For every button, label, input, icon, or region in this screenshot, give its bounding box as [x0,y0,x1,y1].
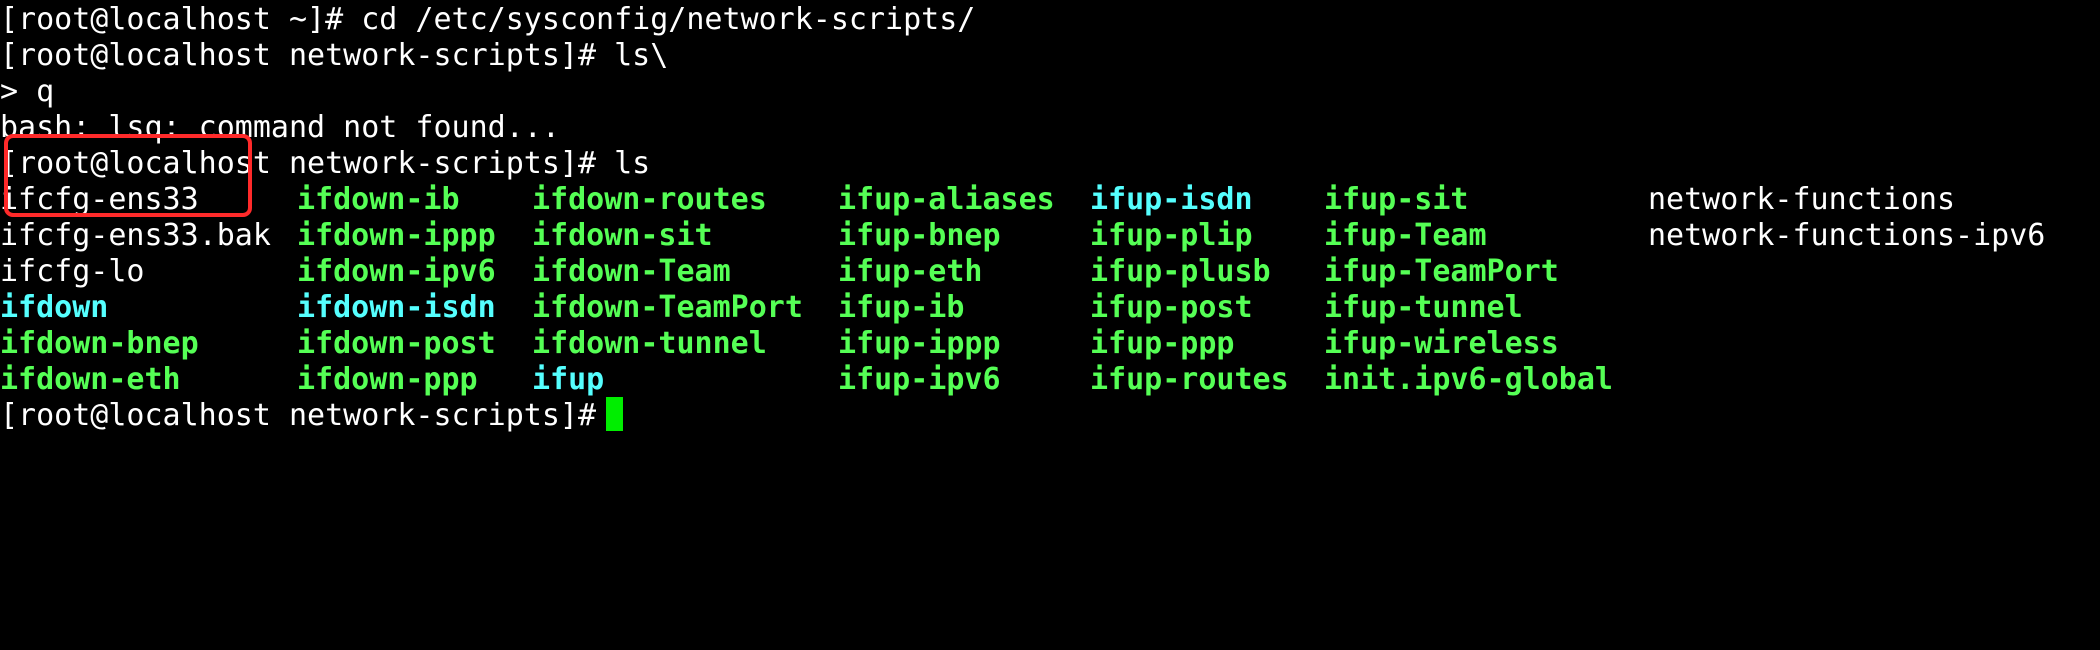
ls-row: ifdown-bnep ifdown-post ifdown-tunnel if… [0,326,2100,362]
file-entry: ifup-wireless [1324,326,1559,361]
ls-row: ifcfg-ens33.bak ifdown-ippp ifdown-sit i… [0,218,2100,254]
file-entry: ifup-plip [1090,218,1253,253]
annotation-highlight-box [4,134,252,217]
file-entry: ifup-ippp [838,326,1001,361]
terminal-line-ls-continued: [root@localhost network-scripts]# ls\ [0,38,669,73]
file-entry: ifup-routes [1090,362,1289,397]
terminal-line-cd: [root@localhost ~]# cd /etc/sysconfig/ne… [0,2,976,37]
file-entry: network-functions-ipv6 [1648,218,2046,253]
file-entry: ifup-ib [838,290,965,325]
file-entry: ifdown-sit [532,218,713,253]
file-entry: ifup-bnep [838,218,1001,253]
file-entry: network-functions [1648,182,1956,217]
ls-row: ifcfg-ens33 ifdown-ib ifdown-routes ifup… [0,182,2100,218]
file-entry: ifdown-post [297,326,496,361]
terminal-window[interactable]: [root@localhost ~]# cd /etc/sysconfig/ne… [0,0,2100,445]
ls-row: ifdown ifdown-isdn ifdown-TeamPort ifup-… [0,290,2100,326]
file-entry: ifdown-bnep [0,326,199,361]
file-entry: ifdown-isdn [297,290,496,325]
ls-row: ifdown-eth ifdown-ppp ifup ifup-ipv6 ifu… [0,362,2100,398]
file-entry: ifup-post [1090,290,1253,325]
file-entry: ifup-ppp [1090,326,1235,361]
text-cursor[interactable] [606,397,623,431]
file-entry: ifdown-ppp [297,362,478,397]
terminal-prompt: [root@localhost network-scripts]# [0,398,615,433]
terminal-line-continuation: > q [0,74,55,109]
file-entry: ifdown-tunnel [532,326,767,361]
file-entry: ifcfg-lo [0,254,145,289]
file-entry: ifup-Team [1324,218,1487,253]
file-entry: ifdown [0,290,109,325]
file-entry: ifdown-ipv6 [297,254,496,289]
file-entry: ifdown-ib [297,182,460,217]
file-entry: ifup-isdn [1090,182,1253,217]
file-entry: ifcfg-ens33.bak [0,218,271,253]
file-entry: ifup-tunnel [1324,290,1523,325]
file-entry: ifup [532,362,605,397]
file-entry: ifup-eth [838,254,983,289]
file-entry: ifup-ipv6 [838,362,1001,397]
file-entry: ifdown-Team [532,254,731,289]
file-entry: ifdown-eth [0,362,181,397]
file-entry: ifdown-ippp [297,218,496,253]
file-entry: ifup-TeamPort [1324,254,1559,289]
ls-row: ifcfg-lo ifdown-ipv6 ifdown-Team ifup-et… [0,254,2100,290]
file-entry: ifdown-routes [532,182,767,217]
file-entry: ifup-plusb [1090,254,1271,289]
file-entry: ifdown-TeamPort [532,290,803,325]
file-entry: init.ipv6-global [1324,362,1613,397]
file-entry: ifup-sit [1324,182,1469,217]
file-entry: ifup-aliases [838,182,1055,217]
